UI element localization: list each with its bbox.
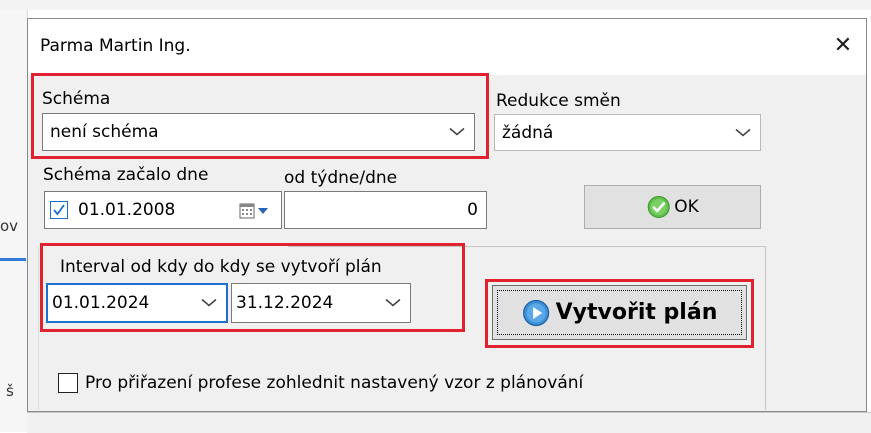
chevron-down-icon [735,128,751,137]
interval-highlight [40,243,465,332]
ok-button[interactable]: OK [584,185,761,229]
profession-checkbox[interactable] [58,373,78,393]
ok-button-label: OK [674,197,699,217]
calendar-dropdown-icon[interactable] [239,203,271,219]
profession-checkbox-row[interactable]: Pro přiřazení profese zohlednit nastaven… [58,373,583,393]
week-label: od týdne/dne [284,168,398,188]
reduction-label: Redukce směn [496,91,621,111]
background-app-top [0,0,871,10]
dialog-titlebar: Parma Martin Ing. ✕ [28,19,866,75]
start-date-label: Schéma začalo dne [43,165,209,185]
green-check-icon [647,196,670,218]
checkmark-icon [53,204,65,216]
start-date-picker[interactable]: 01.01.2008 [44,191,282,229]
week-day-value: 0 [467,200,478,220]
background-app-bottom [27,412,871,433]
create-plan-highlight [485,279,754,348]
profession-checkbox-label: Pro přiřazení profese zohlednit nastaven… [85,373,584,393]
schema-highlight [31,73,489,159]
group-border [38,246,39,410]
background-text-fragment: ov [0,217,19,235]
reduction-select[interactable]: žádná [494,114,761,151]
reduction-select-value: žádná [502,122,554,143]
start-date-value: 01.01.2008 [78,200,176,220]
background-selection-line [0,258,26,261]
dialog-title: Parma Martin Ing. [40,36,191,56]
week-day-input[interactable]: 0 [284,191,487,229]
background-text-fragment: š [6,382,14,400]
group-border [765,246,766,410]
start-date-checkbox[interactable] [50,201,68,219]
plan-dialog: Parma Martin Ing. ✕ Schéma není schéma R… [27,18,867,412]
close-icon[interactable]: ✕ [824,27,862,65]
